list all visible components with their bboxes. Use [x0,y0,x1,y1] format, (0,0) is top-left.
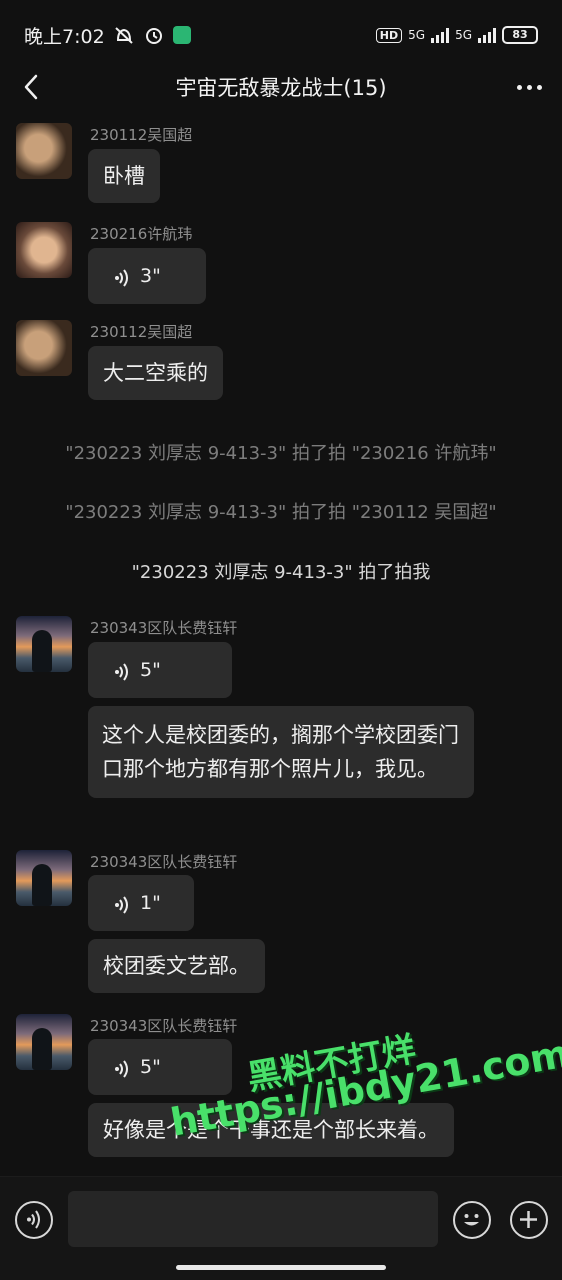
app-notification-icon [172,26,191,44]
home-indicator[interactable] [176,1265,386,1270]
voice-bubble[interactable]: 5" [88,1039,232,1095]
signal-2-icon [478,27,496,43]
voice-input-button[interactable] [15,1201,53,1239]
plus-button[interactable] [510,1201,548,1239]
sender-name: 230343区队长费钰轩 [90,853,238,871]
sender-name: 230216许航玮 [90,225,193,243]
voice-bubble[interactable]: 3" [88,248,206,304]
chat-header: 宇宙无敌暴龙战士(15) [0,62,562,112]
status-left: 晚上7:02 [24,22,191,49]
message-input[interactable] [68,1191,438,1247]
voice-bubble[interactable]: 1" [88,875,194,931]
avatar[interactable] [16,222,72,278]
text-bubble[interactable]: 大二空乘的 [88,346,223,400]
alarm-icon [143,25,165,45]
voice-wave-icon [27,1210,40,1229]
back-arrow-icon[interactable] [18,72,48,102]
voice-wave-icon [114,660,130,681]
avatar[interactable] [16,850,72,906]
sender-name: 230112吴国超 [90,126,193,144]
system-note: "230223 刘厚志 9-413-3" 拍了拍我 [131,562,431,583]
voice-wave-icon [114,1057,130,1078]
avatar[interactable] [16,320,72,376]
voice-wave-icon [114,893,130,914]
voice-duration: 3" [140,265,161,287]
emoji-button[interactable] [453,1201,491,1239]
voice-duration: 5" [140,1056,161,1078]
battery-icon: 83 [502,26,538,44]
emoji-icon [464,1214,479,1226]
status-bar: 晚上7:02 HD 5G 5G 83 [0,0,562,70]
status-right: HD 5G 5G 83 [375,26,538,44]
network-2-label: 5G [455,28,472,42]
avatar[interactable] [16,616,72,672]
chat-title: 宇宙无敌暴龙战士(15) [175,76,387,100]
voice-bubble[interactable]: 5" [88,642,232,698]
sender-name: 230343区队长费钰轩 [90,1017,238,1035]
text-bubble[interactable]: 这个人是校团委的，搁那个学校团委门口那个地方都有那个照片儿，我见。 [88,706,474,798]
hd-badge: HD [375,27,403,43]
system-note: "230223 刘厚志 9-413-3" 拍了拍 "230112 吴国超" [65,502,497,523]
more-dots-icon[interactable] [512,72,546,102]
status-time: 晚上7:02 [24,25,105,48]
voice-duration: 5" [140,659,161,681]
plus-icon [520,1211,537,1228]
network-1-label: 5G [408,28,426,42]
text-bubble[interactable]: 卧槽 [88,149,160,203]
system-note: "230223 刘厚志 9-413-3" 拍了拍 "230216 许航玮" [65,443,497,464]
avatar[interactable] [16,1014,72,1070]
voice-wave-icon [114,266,130,287]
sender-name: 230343区队长费钰轩 [90,619,238,637]
voice-duration: 1" [140,892,161,914]
sender-name: 230112吴国超 [90,323,193,341]
text-bubble[interactable]: 校团委文艺部。 [88,939,265,993]
avatar[interactable] [16,123,72,179]
input-bar [0,1176,562,1280]
mute-icon [113,25,135,45]
signal-1-icon [431,27,450,43]
